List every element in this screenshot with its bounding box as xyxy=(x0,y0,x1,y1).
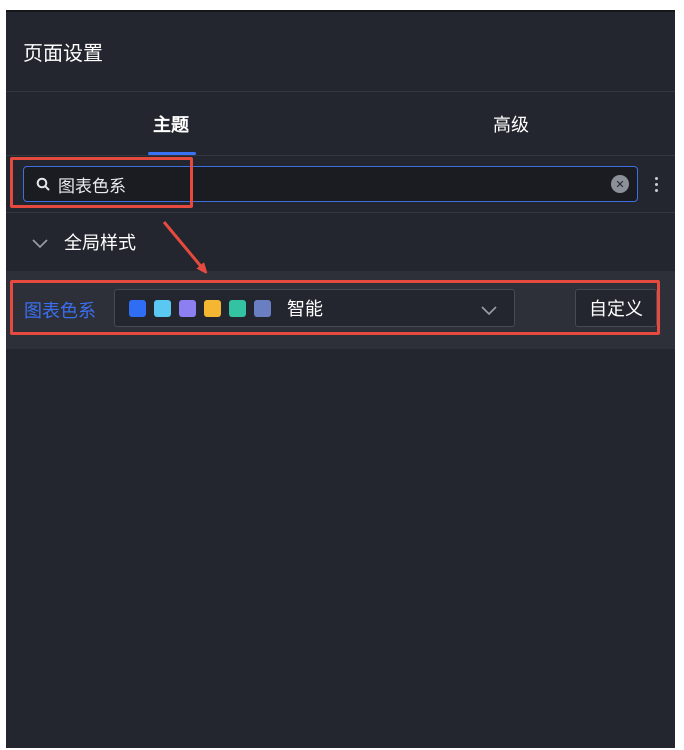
annotation-arrow xyxy=(162,221,684,750)
